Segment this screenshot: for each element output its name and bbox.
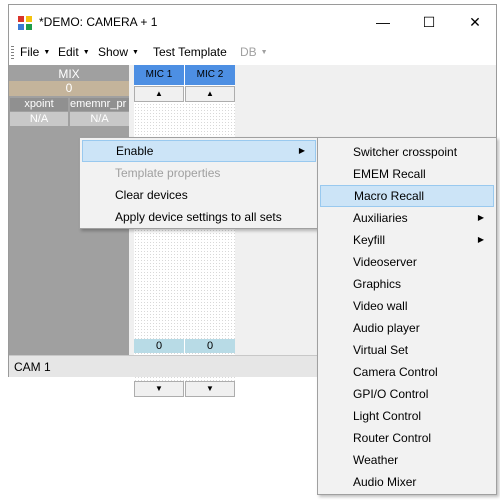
column-header-xpoint: xpoint [10, 98, 68, 111]
scroll-down-button[interactable]: ▼ [185, 381, 235, 397]
menu-show[interactable]: Show ▼ [98, 45, 139, 59]
minimize-button[interactable]: — [360, 5, 406, 39]
arrow-up-icon: ▲ [155, 89, 163, 98]
menu-file[interactable]: File ▼ [20, 45, 50, 59]
scroll-up-button[interactable]: ▲ [185, 86, 235, 102]
submenu-item-camera-control[interactable]: Camera Control [320, 361, 494, 383]
menu-db[interactable]: DB ▼ [240, 45, 268, 59]
submenu-item-light-control[interactable]: Light Control [320, 405, 494, 427]
mix-value: 0 [9, 81, 129, 96]
submenu-item-auxiliaries[interactable]: Auxiliaries ▶ [320, 207, 494, 229]
submenu-arrow-icon: ▶ [298, 146, 305, 155]
scroll-up-button[interactable]: ▲ [134, 86, 184, 102]
submenu-item-switcher-crosspoint[interactable]: Switcher crosspoint [320, 141, 494, 163]
submenu-item-emem-recall[interactable]: EMEM Recall [320, 163, 494, 185]
dropdown-arrow-icon: ▼ [43, 49, 51, 57]
app-icon [18, 16, 32, 30]
submenu-item-virtual-set[interactable]: Virtual Set [320, 339, 494, 361]
arrow-up-icon: ▲ [206, 89, 214, 98]
maximize-button[interactable]: ☐ [406, 5, 452, 39]
mic1-value[interactable]: 0 [134, 339, 184, 353]
window-title: *DEMO: CAMERA + 1 [39, 15, 158, 29]
dropdown-arrow-icon: ▼ [132, 49, 139, 57]
column-header-mic2[interactable]: MIC 2 [185, 65, 235, 85]
submenu-item-gpio-control[interactable]: GPI/O Control [320, 383, 494, 405]
dropdown-arrow-icon: ▼ [260, 49, 268, 57]
context-menu: Enable ▶ Template properties Clear devic… [79, 137, 319, 229]
submenu-arrow-icon: ▶ [477, 213, 484, 222]
status-label: CAM 1 [14, 360, 51, 374]
submenu-item-router-control[interactable]: Router Control [320, 427, 494, 449]
submenu-arrow-icon: ▶ [477, 235, 484, 244]
submenu-item-weather[interactable]: Weather [320, 449, 494, 471]
menu-item-apply-device-settings[interactable]: Apply device settings to all sets [82, 206, 316, 228]
arrow-down-icon: ▼ [206, 384, 214, 393]
dropdown-arrow-icon: ▼ [82, 49, 90, 57]
submenu-item-audio-mixer[interactable]: Audio Mixer [320, 471, 494, 493]
close-icon: ✕ [469, 14, 481, 30]
title-bar[interactable]: *DEMO: CAMERA + 1 — ☐ ✕ [9, 5, 496, 39]
menu-item-enable[interactable]: Enable ▶ [82, 140, 316, 162]
submenu-item-graphics[interactable]: Graphics [320, 273, 494, 295]
xpoint-value[interactable]: N/A [10, 112, 68, 126]
minimize-icon: — [376, 14, 390, 30]
mic2-value[interactable]: 0 [185, 339, 235, 353]
menu-bar: File ▼ Edit ▼ Show ▼ Test Template DB ▼ [9, 39, 496, 65]
menu-item-template-properties[interactable]: Template properties [82, 162, 316, 184]
maximize-icon: ☐ [422, 14, 436, 30]
column-header-ememnr: ememnr_pr [70, 98, 129, 111]
ememnr-value[interactable]: N/A [70, 112, 129, 126]
menu-edit[interactable]: Edit ▼ [58, 45, 90, 59]
mix-header: MIX [58, 67, 80, 81]
arrow-down-icon: ▼ [155, 384, 163, 393]
close-button[interactable]: ✕ [452, 5, 498, 39]
menu-test-template[interactable]: Test Template [153, 45, 227, 59]
toolbar-grip[interactable] [11, 46, 14, 59]
submenu-item-videoserver[interactable]: Videoserver [320, 251, 494, 273]
enable-submenu: Switcher crosspoint EMEM Recall Macro Re… [317, 137, 497, 495]
column-header-mic1[interactable]: MIC 1 [134, 65, 184, 85]
scroll-down-button[interactable]: ▼ [134, 381, 184, 397]
submenu-item-video-wall[interactable]: Video wall [320, 295, 494, 317]
submenu-item-audio-player[interactable]: Audio player [320, 317, 494, 339]
submenu-item-keyfill[interactable]: Keyfill ▶ [320, 229, 494, 251]
submenu-item-macro-recall[interactable]: Macro Recall [320, 185, 494, 207]
menu-item-clear-devices[interactable]: Clear devices [82, 184, 316, 206]
